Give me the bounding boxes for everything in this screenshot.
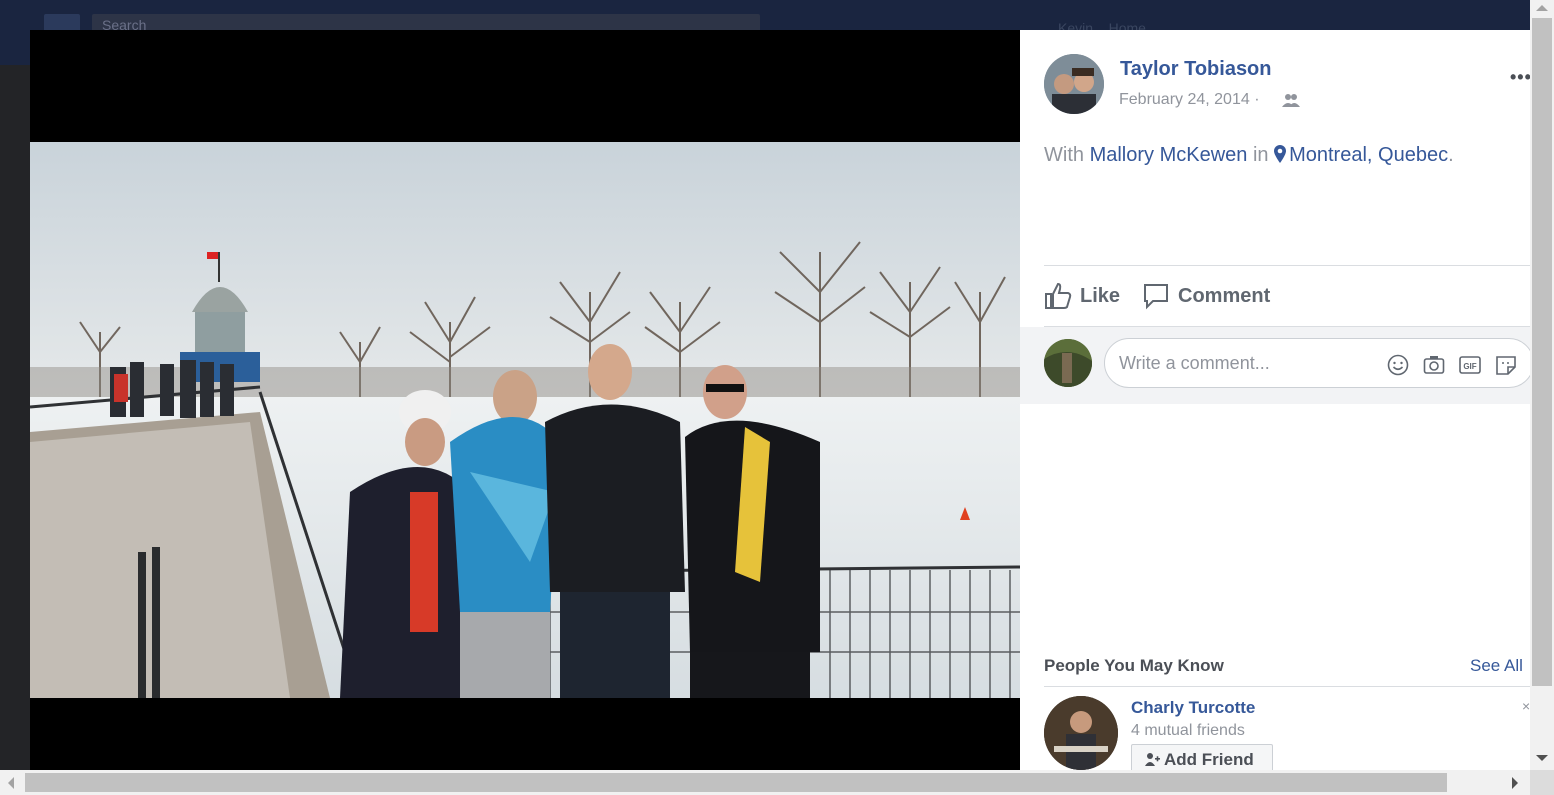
gif-icon[interactable]: GIF: [1459, 354, 1481, 376]
author-avatar[interactable]: [1044, 54, 1104, 114]
horizontal-scroll-thumb[interactable]: [25, 773, 1447, 792]
comment-button[interactable]: Comment: [1142, 282, 1270, 310]
vertical-scrollbar[interactable]: [1530, 0, 1554, 770]
comment-icon: [1144, 284, 1168, 310]
svg-text:GIF: GIF: [1463, 362, 1476, 371]
scrollbar-corner: [1530, 770, 1554, 795]
post-caption: With Mallory McKewen in Montreal, Quebec…: [1044, 144, 1454, 166]
horizontal-scrollbar[interactable]: [0, 770, 1530, 795]
post-photo[interactable]: [30, 142, 1020, 698]
dismiss-suggestion-icon[interactable]: ×: [1522, 698, 1530, 714]
pymk-title: People You May Know: [1044, 656, 1224, 675]
suggested-friend-name[interactable]: Charly Turcotte: [1131, 698, 1255, 718]
scroll-up-arrow-icon[interactable]: [1536, 5, 1548, 11]
post-side-panel: Taylor Tobiason February 24, 2014 · ••• …: [1020, 30, 1534, 774]
add-friend-icon: [1145, 753, 1160, 766]
comment-input[interactable]: Write a comment... GIF: [1104, 338, 1534, 388]
camera-icon[interactable]: [1423, 354, 1445, 376]
dimmed-page-background: [0, 65, 30, 775]
mutual-friends-count[interactable]: 4 mutual friends: [1131, 722, 1245, 740]
photo-theater: Taylor Tobiason February 24, 2014 · ••• …: [30, 30, 1534, 774]
more-options-icon[interactable]: •••: [1510, 67, 1532, 88]
divider: [1044, 686, 1530, 687]
photo-stage: [30, 30, 1020, 770]
like-button[interactable]: Like: [1044, 282, 1120, 310]
location-link[interactable]: Montreal, Quebec: [1274, 144, 1448, 166]
tagged-person-link[interactable]: Mallory McKewen: [1090, 144, 1248, 166]
sticker-icon[interactable]: [1495, 354, 1517, 376]
scroll-right-arrow-icon[interactable]: [1512, 777, 1518, 789]
emoji-icon[interactable]: [1387, 354, 1409, 376]
see-all-link[interactable]: See All: [1470, 656, 1523, 676]
scroll-left-arrow-icon[interactable]: [8, 777, 14, 789]
suggested-friend-avatar[interactable]: [1044, 696, 1118, 770]
current-user-avatar[interactable]: [1044, 339, 1092, 387]
friends-icon[interactable]: [1282, 92, 1300, 108]
scroll-down-arrow-icon[interactable]: [1536, 755, 1548, 761]
like-icon: [1045, 282, 1072, 309]
post-timestamp[interactable]: February 24, 2014 ·: [1119, 91, 1260, 109]
vertical-scroll-thumb[interactable]: [1532, 18, 1552, 686]
divider: [1044, 265, 1530, 266]
location-pin-icon: [1274, 145, 1287, 163]
author-name-link[interactable]: Taylor Tobiason: [1120, 58, 1272, 81]
comment-composer: Write a comment... GIF: [1020, 327, 1534, 404]
